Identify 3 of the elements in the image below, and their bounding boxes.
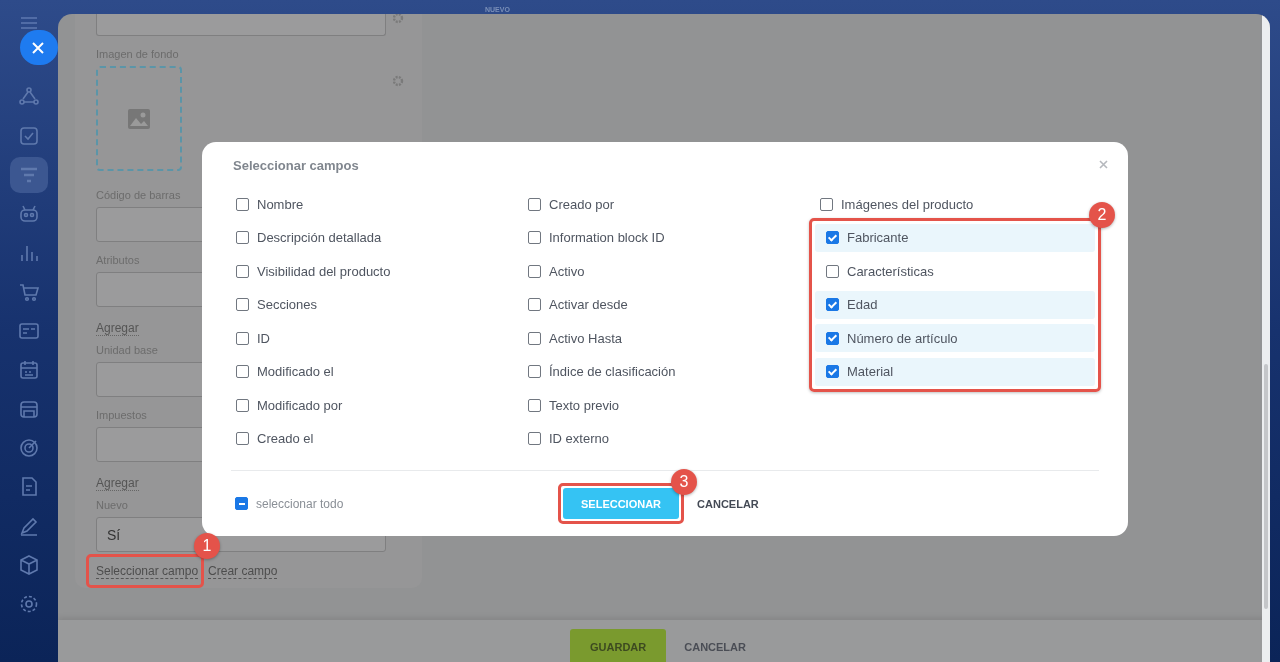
callout-badge: 3 — [671, 469, 698, 495]
callout-badge: 2 — [1089, 201, 1115, 228]
dialog-title: Seleccionar campos — [233, 158, 360, 173]
